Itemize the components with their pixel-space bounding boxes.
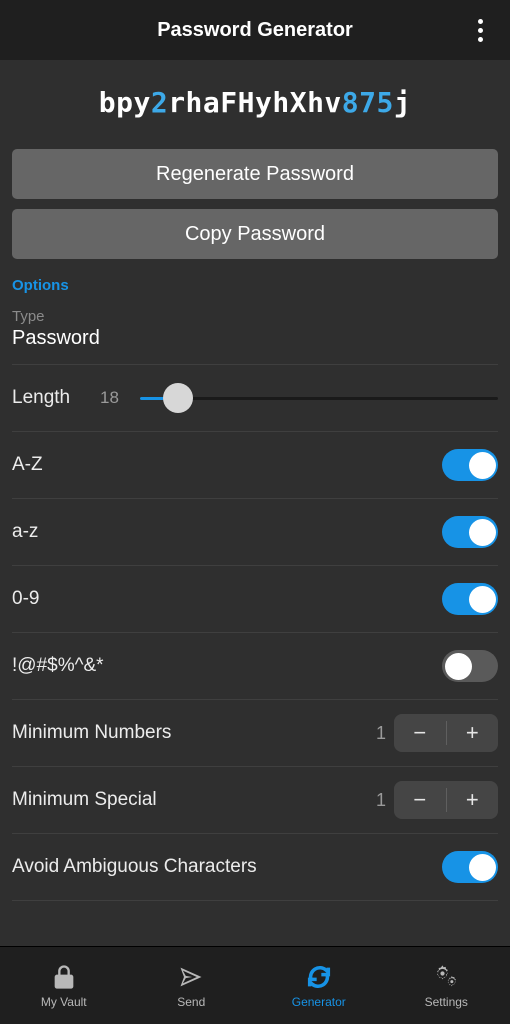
minus-icon: − (413, 720, 426, 746)
more-vertical-icon (478, 17, 483, 44)
more-menu-button[interactable] (462, 12, 498, 48)
uppercase-toggle[interactable] (442, 449, 498, 481)
type-label: Type (12, 308, 498, 325)
send-icon (177, 963, 205, 991)
app-header: Password Generator (0, 0, 510, 60)
special-row: !@#$%^&* (12, 633, 498, 699)
lock-icon (50, 963, 78, 991)
tab-label: My Vault (41, 995, 87, 1009)
generated-password: bpy2rhaFHyhXhv875j (0, 60, 510, 149)
tab-my-vault[interactable]: My Vault (0, 947, 128, 1024)
lowercase-label: a-z (12, 521, 442, 543)
length-row: Length 18 (12, 365, 498, 431)
digits-label: 0-9 (12, 588, 442, 610)
uppercase-label: A-Z (12, 454, 442, 476)
avoid-ambiguous-row: Avoid Ambiguous Characters (12, 834, 498, 900)
min-numbers-plus-button[interactable]: + (447, 714, 499, 752)
avoid-ambiguous-label: Avoid Ambiguous Characters (12, 856, 442, 878)
copy-password-button[interactable]: Copy Password (12, 209, 498, 259)
min-special-minus-button[interactable]: − (394, 781, 446, 819)
bottom-tab-bar: My Vault Send Generator Settings (0, 946, 510, 1024)
refresh-icon (305, 963, 333, 991)
minus-icon: − (413, 787, 426, 813)
min-numbers-stepper: − + (394, 714, 498, 752)
min-special-row: Minimum Special 1 − + (12, 767, 498, 833)
page-title: Password Generator (157, 19, 353, 42)
avoid-ambiguous-toggle[interactable] (442, 851, 498, 883)
length-label: Length (12, 387, 100, 409)
type-select[interactable]: Password (12, 325, 498, 364)
gears-icon (432, 963, 460, 991)
length-value: 18 (100, 388, 140, 408)
min-special-stepper: − + (394, 781, 498, 819)
min-numbers-value: 1 (368, 723, 394, 744)
tab-settings[interactable]: Settings (383, 947, 510, 1024)
plus-icon: + (466, 787, 479, 813)
min-special-plus-button[interactable]: + (447, 781, 499, 819)
regenerate-button[interactable]: Regenerate Password (12, 149, 498, 199)
plus-icon: + (466, 720, 479, 746)
tab-generator[interactable]: Generator (255, 947, 383, 1024)
min-numbers-row: Minimum Numbers 1 − + (12, 700, 498, 766)
min-special-label: Minimum Special (12, 789, 368, 811)
tab-label: Send (177, 995, 205, 1009)
digits-toggle[interactable] (442, 583, 498, 615)
min-numbers-label: Minimum Numbers (12, 722, 368, 744)
digits-row: 0-9 (12, 566, 498, 632)
special-toggle[interactable] (442, 650, 498, 682)
options-section-header: Options (12, 269, 498, 308)
lowercase-toggle[interactable] (442, 516, 498, 548)
tab-label: Settings (425, 995, 468, 1009)
lowercase-row: a-z (12, 499, 498, 565)
divider (12, 900, 498, 901)
tab-label: Generator (292, 995, 346, 1009)
min-numbers-minus-button[interactable]: − (394, 714, 446, 752)
uppercase-row: A-Z (12, 432, 498, 498)
special-label: !@#$%^&* (12, 655, 442, 677)
min-special-value: 1 (368, 790, 394, 811)
tab-send[interactable]: Send (128, 947, 256, 1024)
length-slider[interactable] (140, 383, 498, 413)
